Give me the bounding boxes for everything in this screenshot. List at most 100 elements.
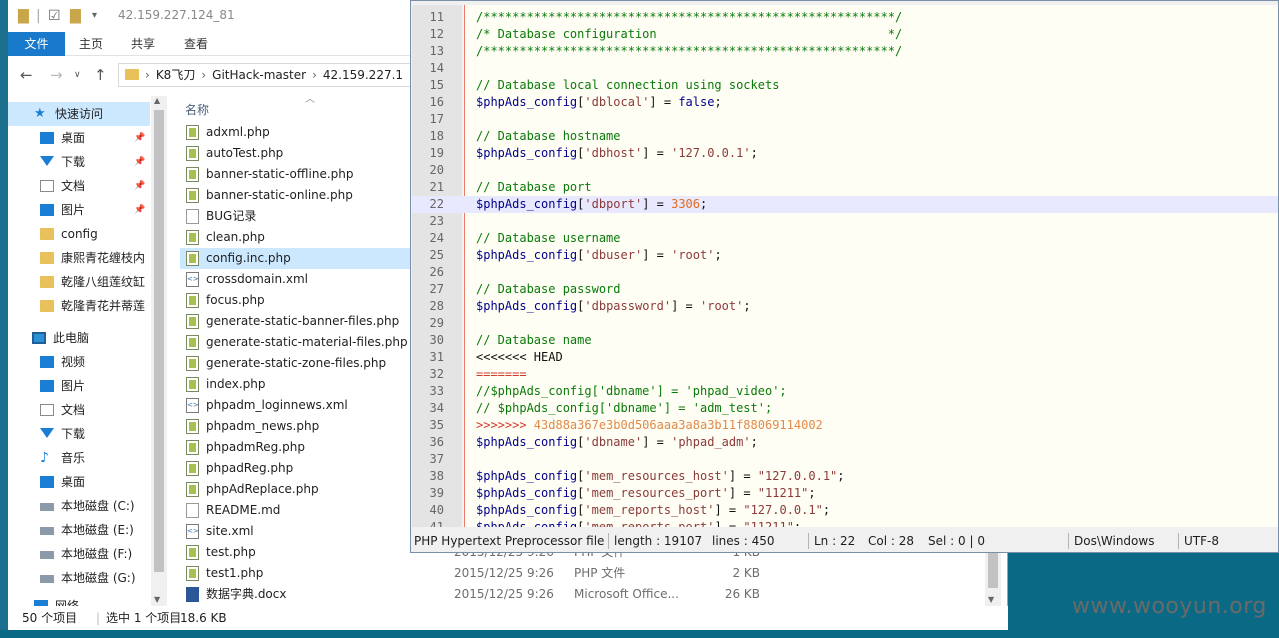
- sidebar-item[interactable]: 本地磁盘 (G:): [8, 566, 150, 590]
- sidebar-item[interactable]: 本地磁盘 (F:): [8, 542, 150, 566]
- file-row[interactable]: generate-static-material-files.php: [180, 332, 416, 353]
- file-row[interactable]: site.xml: [180, 521, 416, 542]
- tab-file[interactable]: 文件: [8, 32, 65, 56]
- code-line[interactable]: 11 /*************************************…: [412, 9, 1278, 26]
- code-line[interactable]: 26: [412, 264, 1278, 281]
- sidebar-item[interactable]: 本地磁盘 (E:): [8, 518, 150, 542]
- sort-chevron-up-icon: ︿: [305, 94, 315, 105]
- file-row[interactable]: phpadm_news.php: [180, 416, 416, 437]
- file-row[interactable]: index.php: [180, 374, 416, 395]
- sidebar-item[interactable]: 下载 📌: [8, 150, 150, 174]
- code-line[interactable]: 13 /*************************************…: [412, 43, 1278, 60]
- breadcrumb-item[interactable]: K8飞刀: [156, 68, 196, 82]
- code-line[interactable]: 40 $phpAds_config['mem_reports_host'] = "…: [412, 502, 1278, 519]
- code-line[interactable]: 37: [412, 451, 1278, 468]
- code-line[interactable]: 24 // Database username: [412, 230, 1278, 247]
- tab-home[interactable]: 主页: [65, 32, 117, 56]
- code-line[interactable]: 31 <<<<<<< HEAD: [412, 349, 1278, 366]
- sidebar-item[interactable]: 视频: [8, 350, 150, 374]
- scroll-down-icon[interactable]: ▼: [988, 595, 994, 604]
- sidebar-item[interactable]: 乾隆青花并蒂莲: [8, 294, 150, 318]
- sidebar-item[interactable]: 文档 📌: [8, 174, 150, 198]
- code-line[interactable]: 27 // Database password: [412, 281, 1278, 298]
- code-line[interactable]: 32 =======: [412, 366, 1278, 383]
- code-line[interactable]: 34 // $phpAds_config['dbname'] = 'adm_tes…: [412, 400, 1278, 417]
- code-line[interactable]: 33 //$phpAds_config['dbname'] = 'phpad_vi…: [412, 383, 1278, 400]
- back-arrow-icon[interactable]: ←: [20, 66, 33, 84]
- code-line[interactable]: 38 $phpAds_config['mem_resources_host'] =…: [412, 468, 1278, 485]
- file-row[interactable]: generate-static-zone-files.php: [180, 353, 416, 374]
- sidebar-item[interactable]: 此电脑: [8, 326, 150, 350]
- navigation-scrollbar[interactable]: ▲ ▼: [151, 96, 167, 606]
- sidebar-item[interactable]: config: [8, 222, 150, 246]
- quick-access-dropdown-icon[interactable]: ▾: [92, 10, 97, 21]
- code-text: $phpAds_config['dbport'] = 3306;: [476, 196, 707, 213]
- folder-icon[interactable]: ▇: [18, 8, 29, 24]
- address-bar[interactable]: › K8飞刀 › GitHack-master › 42.159.227.1: [118, 63, 418, 87]
- sidebar-item[interactable]: 图片: [8, 374, 150, 398]
- file-row[interactable]: clean.php: [180, 227, 416, 248]
- file-row[interactable]: test.php2015/12/25 9:26PHP 文件1 KB: [180, 542, 760, 563]
- file-row[interactable]: 数据字典.docx 2015/12/25 9:26 Microsoft Office…: [180, 584, 760, 605]
- code-line[interactable]: 39 $phpAds_config['mem_resources_port'] =…: [412, 485, 1278, 502]
- code-line[interactable]: 20: [412, 162, 1278, 179]
- code-line[interactable]: 21 // Database port: [412, 179, 1278, 196]
- sidebar-item[interactable]: 本地磁盘 (C:): [8, 494, 150, 518]
- sidebar-item[interactable]: 桌面 📌: [8, 126, 150, 150]
- file-row[interactable]: banner-static-online.php: [180, 185, 416, 206]
- column-header-name[interactable]: 名称: [185, 101, 209, 118]
- file-row[interactable]: config.inc.php: [180, 248, 416, 269]
- tab-share[interactable]: 共享: [117, 32, 169, 56]
- code-line[interactable]: 23: [412, 213, 1278, 230]
- sidebar-item[interactable]: ★ 快速访问: [8, 102, 150, 126]
- file-row[interactable]: autoTest.php: [180, 143, 416, 164]
- up-arrow-icon[interactable]: ↑: [94, 66, 107, 84]
- forward-arrow-icon[interactable]: →: [50, 66, 63, 84]
- sidebar-item[interactable]: 下载: [8, 422, 150, 446]
- file-row[interactable]: focus.php: [180, 290, 416, 311]
- file-row[interactable]: generate-static-banner-files.php: [180, 311, 416, 332]
- breadcrumb-item[interactable]: 42.159.227.1: [323, 68, 403, 82]
- file-row[interactable]: phpadReg.php: [180, 458, 416, 479]
- file-row[interactable]: BUG记录: [180, 206, 416, 227]
- code-line[interactable]: 14: [412, 60, 1278, 77]
- scroll-up-icon[interactable]: ▲: [154, 96, 160, 105]
- code-line[interactable]: 28 $phpAds_config['dbpassword'] = 'root';: [412, 298, 1278, 315]
- file-row[interactable]: phpadm_loginnews.xml: [180, 395, 416, 416]
- file-row[interactable]: crossdomain.xml: [180, 269, 416, 290]
- properties-icon[interactable]: ☑: [48, 8, 61, 24]
- file-row[interactable]: README.md: [180, 500, 416, 521]
- code-line[interactable]: 29: [412, 315, 1278, 332]
- code-line[interactable]: 15 // Database local connection using soc…: [412, 77, 1278, 94]
- file-row[interactable]: banner-static-offline.php: [180, 164, 416, 185]
- file-row[interactable]: phpAdReplace.php: [180, 479, 416, 500]
- sidebar-item[interactable]: 网络: [8, 594, 150, 606]
- sidebar-item[interactable]: 康熙青花缠枝内: [8, 246, 150, 270]
- code-line[interactable]: 35 >>>>>>> 43d88a367e3b0d506aaa3a8a3b11f8…: [412, 417, 1278, 434]
- code-line[interactable]: 41 $phpAds_config['mem_reports_port'] = "…: [412, 519, 1278, 527]
- new-folder-icon[interactable]: ▇: [70, 8, 81, 24]
- code-line[interactable]: 25 $phpAds_config['dbuser'] = 'root';: [412, 247, 1278, 264]
- sidebar-item[interactable]: 桌面: [8, 470, 150, 494]
- sidebar-item[interactable]: ♪ 音乐: [8, 446, 150, 470]
- code-line[interactable]: 16 $phpAds_config['dblocal'] = false;: [412, 94, 1278, 111]
- code-line[interactable]: 18 // Database hostname: [412, 128, 1278, 145]
- recent-dropdown-icon[interactable]: ∨: [74, 70, 81, 80]
- file-row[interactable]: phpadmReg.php: [180, 437, 416, 458]
- code-line[interactable]: 22 $phpAds_config['dbport'] = 3306;: [412, 196, 1278, 213]
- breadcrumb-item[interactable]: GitHack-master: [212, 68, 306, 82]
- code-line[interactable]: 36 $phpAds_config['dbname'] = 'phpad_adm'…: [412, 434, 1278, 451]
- file-row[interactable]: test1.php 2015/12/25 9:26 PHP 文件 2 KB: [180, 563, 760, 584]
- code-line[interactable]: 30 // Database name: [412, 332, 1278, 349]
- sidebar-item[interactable]: 图片 📌: [8, 198, 150, 222]
- scrollbar-thumb[interactable]: [154, 110, 164, 572]
- code-line[interactable]: 17: [412, 111, 1278, 128]
- file-row[interactable]: adxml.php: [180, 122, 416, 143]
- sidebar-item[interactable]: 文档: [8, 398, 150, 422]
- scroll-down-icon[interactable]: ▼: [154, 595, 160, 604]
- code-line[interactable]: 19 $phpAds_config['dbhost'] = '127.0.0.1'…: [412, 145, 1278, 162]
- code-area[interactable]: 11 /*************************************…: [412, 5, 1278, 527]
- code-line[interactable]: 12 /* Database configuration */: [412, 26, 1278, 43]
- sidebar-item[interactable]: 乾隆八组莲纹缸: [8, 270, 150, 294]
- tab-view[interactable]: 查看: [170, 32, 222, 56]
